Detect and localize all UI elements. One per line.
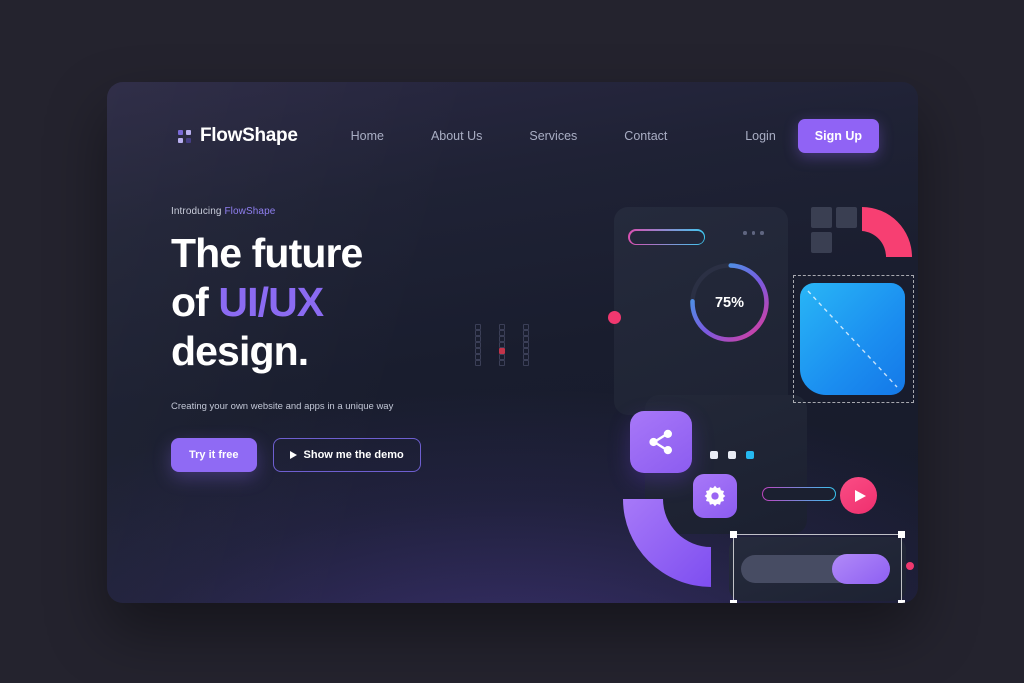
- square-tile-grid: [811, 207, 857, 253]
- try-it-free-button[interactable]: Try it free: [171, 438, 257, 472]
- nav-link-services[interactable]: Services: [529, 123, 577, 149]
- three-dots-icon[interactable]: [743, 231, 764, 235]
- pink-dot-small: [906, 562, 914, 570]
- progress-ring-label: 75%: [714, 294, 745, 311]
- hero-landing-card: FlowShape Home About Us Services Contact…: [107, 82, 918, 603]
- screenshot-canvas: FlowShape Home About Us Services Contact…: [0, 0, 1024, 683]
- headline-line-1: The future: [171, 230, 363, 276]
- show-demo-button[interactable]: Show me the demo: [272, 438, 421, 472]
- hero-eyebrow-brand: FlowShape: [224, 206, 276, 217]
- headline-line-2-prefix: of: [171, 279, 219, 325]
- selection-handle-top-right[interactable]: [898, 531, 905, 538]
- headline-accent: UI/UX: [218, 279, 324, 325]
- sign-up-button[interactable]: Sign Up: [797, 119, 879, 153]
- gradient-pill-outline: [762, 487, 836, 501]
- selection-handle-bottom-left[interactable]: [730, 600, 737, 603]
- play-triangle-glyph: [854, 489, 866, 502]
- play-circle-icon[interactable]: [840, 477, 877, 514]
- purple-arc-svg: [623, 499, 711, 587]
- nav-link-contact[interactable]: Contact: [624, 123, 667, 149]
- share-nodes-icon[interactable]: [630, 411, 692, 473]
- selection-handle-bottom-right[interactable]: [898, 600, 905, 603]
- hero-subcopy: Creating your own website and apps in a …: [171, 401, 394, 412]
- play-triangle-icon: [289, 451, 297, 459]
- progress-ring: 75%: [687, 260, 772, 345]
- grid-squares-logo-icon: [178, 129, 191, 143]
- selection-handle-top-left[interactable]: [730, 531, 737, 538]
- brand-logo[interactable]: FlowShape: [178, 125, 298, 147]
- hero-copy: Introducing FlowShape The future of UI/U…: [171, 206, 461, 472]
- nav-link-about-us[interactable]: About Us: [431, 123, 482, 149]
- dot-grid-left: [475, 324, 547, 366]
- dashed-selection-frame: [793, 275, 914, 403]
- selection-handles-frame[interactable]: [730, 531, 905, 603]
- cta-row: Try it free Show me the demo: [171, 438, 461, 472]
- headline-line-3: design.: [171, 328, 309, 374]
- mini-square-indicators: [710, 451, 754, 459]
- share-nodes-glyph: [649, 429, 672, 455]
- gradient-pill-top: [628, 229, 705, 245]
- navigation-bar: FlowShape Home About Us Services Contact…: [107, 113, 918, 159]
- show-demo-label: Show me the demo: [303, 449, 404, 461]
- nav-actions: Login Sign Up: [745, 119, 879, 153]
- hero-illustration: 75%: [475, 207, 914, 603]
- brand-name: FlowShape: [200, 125, 298, 146]
- nav-link-home[interactable]: Home: [351, 123, 384, 149]
- pink-arc-svg: [862, 207, 912, 257]
- pink-quarter-arc: [862, 207, 912, 257]
- page-title: The future of UI/UX design.: [171, 229, 461, 376]
- hero-eyebrow: Introducing FlowShape: [171, 206, 461, 217]
- login-link[interactable]: Login: [745, 129, 776, 143]
- pink-dot-indicator: [608, 311, 621, 324]
- hero-eyebrow-prefix: Introducing: [171, 206, 225, 217]
- nav-links: Home About Us Services Contact: [351, 123, 668, 149]
- purple-quarter-arc: [623, 499, 711, 587]
